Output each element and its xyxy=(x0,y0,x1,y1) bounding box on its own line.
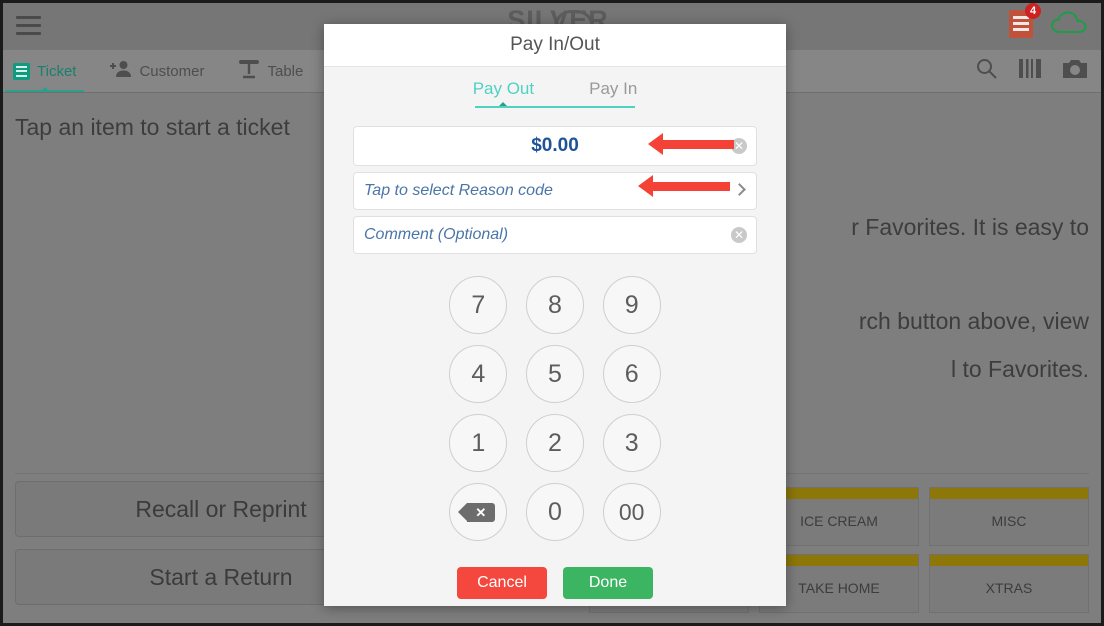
tab-pay-out[interactable]: Pay Out xyxy=(473,79,534,108)
tab-pay-in-label: Pay In xyxy=(589,79,638,98)
key-0[interactable]: 0 xyxy=(525,483,584,541)
dialog-tab-list: Pay Out Pay In xyxy=(324,79,786,108)
dialog-title: Pay In/Out xyxy=(324,24,786,67)
backspace-icon: ✕ xyxy=(457,502,495,522)
key-2[interactable]: 2 xyxy=(525,414,584,472)
tab-underline xyxy=(475,106,635,108)
chevron-right-icon xyxy=(733,183,746,196)
clear-circle-icon[interactable]: ✕ xyxy=(731,227,747,243)
key-backspace[interactable]: ✕ xyxy=(449,483,508,541)
key-8[interactable]: 8 xyxy=(525,276,584,334)
key-3[interactable]: 3 xyxy=(602,414,661,472)
screen: SILVER 4 Ticket Customer Table Tap an it… xyxy=(0,0,1104,626)
comment-placeholder: Comment (Optional) xyxy=(364,226,509,243)
modal-overlay: Pay In/Out Pay Out Pay In $0.00 ✕ Tap to… xyxy=(3,3,1101,623)
cancel-button[interactable]: Cancel xyxy=(457,567,547,599)
comment-field[interactable]: Comment (Optional) ✕ xyxy=(353,216,757,254)
reason-code-placeholder: Tap to select Reason code xyxy=(364,182,553,199)
reason-code-field[interactable]: Tap to select Reason code xyxy=(353,172,757,210)
key-9[interactable]: 9 xyxy=(602,276,661,334)
key-1[interactable]: 1 xyxy=(449,414,508,472)
key-7[interactable]: 7 xyxy=(449,276,508,334)
pay-in-out-dialog: Pay In/Out Pay Out Pay In $0.00 ✕ Tap to… xyxy=(324,24,786,606)
dialog-fields: $0.00 ✕ Tap to select Reason code Commen… xyxy=(353,126,757,254)
key-00[interactable]: 00 xyxy=(602,483,661,541)
done-button[interactable]: Done xyxy=(563,567,653,599)
key-5[interactable]: 5 xyxy=(525,345,584,403)
numeric-keypad: 7 8 9 4 5 6 1 2 3 ✕ 0 00 xyxy=(440,276,670,541)
key-6[interactable]: 6 xyxy=(602,345,661,403)
tab-pay-in[interactable]: Pay In xyxy=(589,79,637,108)
key-4[interactable]: 4 xyxy=(449,345,508,403)
dialog-actions: Cancel Done xyxy=(324,567,786,599)
amount-value: $0.00 xyxy=(531,135,579,156)
tab-pay-out-label: Pay Out xyxy=(472,79,535,98)
amount-field[interactable]: $0.00 ✕ xyxy=(353,126,757,166)
clear-circle-icon[interactable]: ✕ xyxy=(731,138,747,154)
